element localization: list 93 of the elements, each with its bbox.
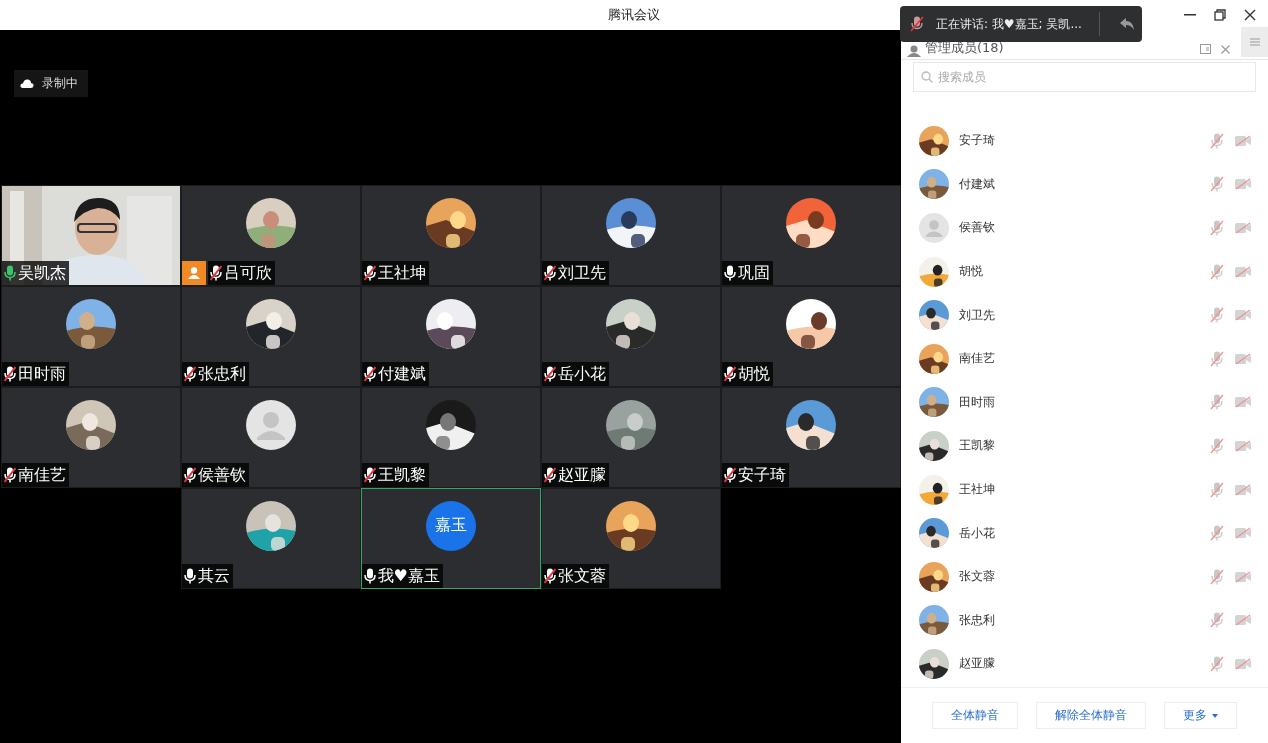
panel-title: 管理成员(18) — [925, 39, 1005, 57]
footer-button[interactable]: 解除全体静音 — [1036, 702, 1146, 729]
member-row[interactable]: 王社坤 — [901, 467, 1268, 512]
member-name: 王社坤 — [959, 481, 996, 499]
participant-name: 赵亚朦 — [557, 463, 606, 486]
member-name: 付建斌 — [959, 175, 996, 193]
minimize-icon[interactable] — [1184, 14, 1196, 16]
participant-name: 其云 — [197, 564, 230, 587]
camera-off-icon[interactable] — [1234, 614, 1252, 627]
camera-off-icon[interactable] — [1234, 178, 1252, 191]
mic-muted-icon[interactable] — [1210, 132, 1224, 149]
camera-off-icon[interactable] — [1234, 570, 1252, 583]
participant-name: 张忠利 — [197, 362, 246, 385]
participant-name: 巩固 — [737, 261, 770, 284]
member-row[interactable]: 赵亚朦 — [901, 642, 1268, 686]
reply-icon[interactable] — [1120, 18, 1134, 30]
footer-button[interactable]: 全体静音 — [932, 702, 1018, 729]
member-name: 王凯黎 — [959, 437, 996, 455]
mic-muted-icon[interactable] — [1210, 350, 1224, 367]
member-name: 张忠利 — [959, 611, 996, 629]
member-row[interactable]: 岳小花 — [901, 511, 1268, 555]
mic-muted-icon[interactable] — [1210, 525, 1224, 542]
camera-off-icon[interactable] — [1234, 134, 1252, 147]
participant-name: 胡悦 — [737, 362, 770, 385]
member-row[interactable]: 付建斌 — [901, 162, 1268, 207]
participant-name: 张文蓉 — [557, 564, 606, 587]
menu-button[interactable] — [1241, 27, 1268, 57]
camera-off-icon[interactable] — [1234, 265, 1252, 278]
window-title: 腾讯会议 — [608, 6, 660, 24]
camera-off-icon[interactable] — [1234, 657, 1252, 670]
search-icon — [921, 71, 933, 83]
camera-off-icon[interactable] — [1234, 222, 1252, 234]
mic-muted-icon[interactable] — [1210, 655, 1224, 672]
camera-off-icon[interactable] — [1234, 483, 1252, 496]
mic-muted-icon[interactable] — [1210, 437, 1224, 454]
mic-muted-icon[interactable] — [1210, 568, 1224, 585]
member-row[interactable]: 胡悦 — [901, 249, 1268, 294]
mic-muted-icon[interactable] — [1210, 481, 1224, 498]
member-name: 张文蓉 — [959, 568, 996, 586]
mic-muted-icon[interactable] — [1210, 307, 1224, 324]
close-icon[interactable] — [1244, 9, 1256, 21]
member-row[interactable]: 田时雨 — [901, 380, 1268, 425]
popout-icon[interactable] — [1197, 41, 1213, 57]
mic-muted-icon[interactable] — [1210, 263, 1224, 280]
participant-name: 田时雨 — [17, 362, 66, 385]
mic-muted-icon[interactable] — [1210, 220, 1224, 236]
participant-name: 我♥嘉玉 — [377, 564, 440, 587]
camera-off-icon[interactable] — [1234, 439, 1252, 452]
participant-name: 王凯黎 — [377, 463, 426, 486]
avatar-icon — [245, 399, 296, 450]
mic-muted-icon — [910, 16, 924, 32]
participant-name: 安子琦 — [737, 463, 786, 486]
more-dropdown-button[interactable]: 更多 — [1164, 702, 1237, 729]
avatar-initials: 嘉玉 — [425, 500, 476, 551]
avatar-icon — [919, 213, 949, 243]
member-name: 南佳艺 — [959, 350, 996, 368]
mic-muted-icon[interactable] — [1210, 394, 1224, 411]
participant-name: 岳小花 — [557, 362, 606, 385]
participant-name: 吕可欣 — [223, 261, 272, 284]
participant-name: 付建斌 — [377, 362, 426, 385]
search-field[interactable]: 搜索成员 — [913, 62, 1256, 92]
member-name: 刘卫先 — [959, 306, 996, 324]
participant-name: 吴凯杰 — [17, 261, 66, 284]
camera-off-icon[interactable] — [1234, 352, 1252, 365]
recording-label: 录制中 — [42, 75, 78, 92]
member-name: 赵亚朦 — [959, 655, 996, 673]
menu-icon — [1249, 38, 1260, 46]
participant-name: 王社坤 — [377, 261, 426, 284]
member-name: 侯善钦 — [959, 219, 996, 237]
member-row[interactable]: 张文蓉 — [901, 554, 1268, 599]
member-name: 安子琦 — [959, 132, 996, 150]
participant-name: 刘卫先 — [557, 261, 606, 284]
person-icon — [907, 45, 921, 57]
cloud-icon — [20, 79, 34, 88]
member-name: 胡悦 — [959, 263, 984, 281]
restore-icon[interactable] — [1214, 9, 1226, 21]
participant-name: 侯善钦 — [197, 463, 246, 486]
camera-off-icon[interactable] — [1234, 309, 1252, 322]
member-name: 岳小花 — [959, 524, 996, 542]
member-row[interactable]: 南佳艺 — [901, 336, 1268, 381]
member-row[interactable]: 安子琦 — [901, 119, 1268, 163]
mic-muted-icon[interactable] — [1210, 176, 1224, 193]
member-row[interactable]: 侯善钦 — [901, 206, 1268, 250]
member-row[interactable]: 王凯黎 — [901, 424, 1268, 468]
participant-name: 南佳艺 — [17, 463, 66, 486]
member-name: 田时雨 — [959, 393, 996, 411]
camera-off-icon[interactable] — [1234, 527, 1252, 540]
member-row[interactable]: 张忠利 — [901, 598, 1268, 643]
caret-icon — [1212, 713, 1218, 718]
mic-muted-icon[interactable] — [1210, 612, 1224, 629]
speaking-text: 正在讲话: 我♥嘉玉; 吴凯... — [936, 15, 1083, 33]
member-row[interactable]: 刘卫先 — [901, 293, 1268, 337]
camera-off-icon[interactable] — [1234, 396, 1252, 409]
